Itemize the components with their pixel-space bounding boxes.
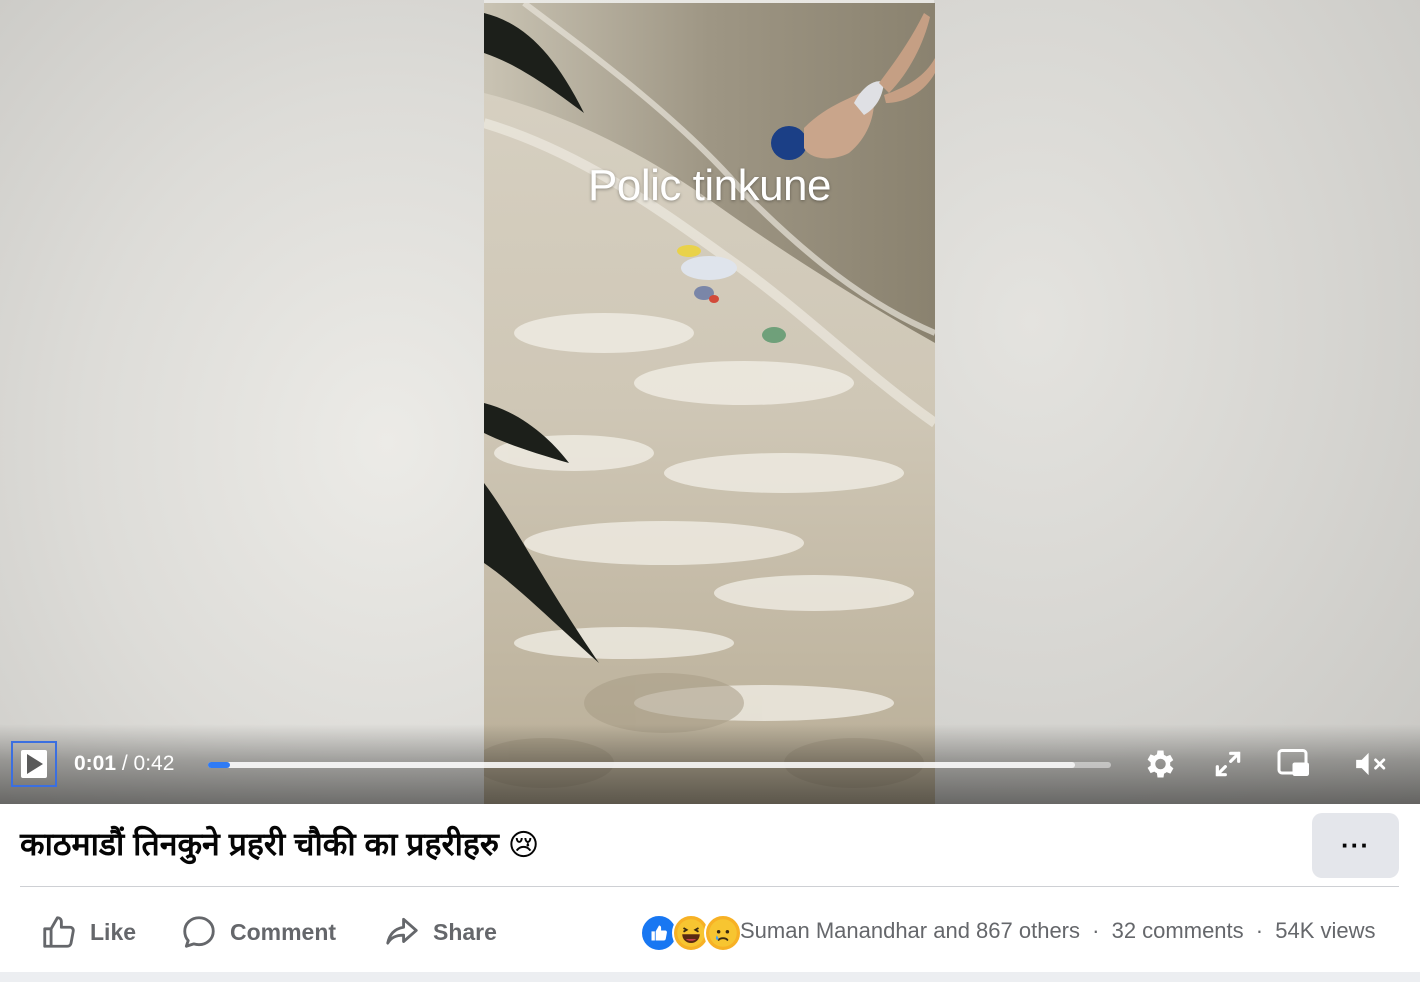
stats-separator: · [1092,918,1100,943]
more-options-button[interactable]: ··· [1312,813,1399,878]
video-scene-waterfall [484,3,935,804]
post-title-text: काठमाडौं तिनकुने प्रहरी चौकी का प्रहरीहर… [20,826,499,862]
play-icon [21,750,47,778]
comments-count-link[interactable]: 32 comments [1112,918,1244,943]
video-time: 0:01 / 0:42 [74,752,174,776]
reactors-link[interactable]: Suman Manandhar and 867 others [740,918,1080,943]
share-button[interactable]: Share [383,910,497,954]
picture-in-picture-icon [1277,749,1309,776]
post-title: काठमाडौं तिनकुने प्रहरी चौकी का प्रहरीहर… [20,822,539,865]
video-blur-background-left [0,0,484,804]
fullscreen-button[interactable] [1210,746,1246,782]
gear-icon [1147,750,1174,778]
thumbs-up-icon-small [651,925,667,941]
mute-button[interactable] [1352,746,1388,782]
progress-bar[interactable] [208,762,1111,768]
share-label: Share [433,918,497,945]
divider [20,886,1399,887]
comment-label: Comment [230,918,337,945]
like-label: Like [90,918,137,945]
share-icon [386,917,418,945]
more-options-label: ··· [1341,830,1370,860]
engagement-stats: Suman Manandhar and 867 others · 32 comm… [740,918,1376,944]
progress-played [208,762,230,768]
settings-button[interactable] [1141,746,1177,782]
time-separator: / [116,752,134,775]
play-button[interactable] [11,741,57,787]
thumbs-up-icon [43,916,75,948]
mute-icon [1356,752,1386,776]
fullscreen-icon [1215,751,1241,777]
video-player[interactable]: Polic tinkune 0:01 / 0:42 [0,0,1420,804]
sad-face-icon [709,919,737,947]
video-controls-bar: 0:01 / 0:42 [0,724,1420,804]
pip-button[interactable] [1276,746,1312,782]
comment-button[interactable]: Comment [180,910,336,954]
stats-separator: · [1255,918,1264,943]
current-time: 0:01 [74,752,117,775]
laughing-face-icon [677,919,705,947]
comment-icon [183,916,215,948]
feed-gap [0,972,1420,982]
video-overlay-caption: Polic tinkune [588,161,831,210]
views-count: 54K views [1275,918,1376,943]
like-button[interactable]: Like [40,910,136,954]
duration: 0:42 [133,752,175,775]
crying-face-emoji: 😢 [507,829,540,862]
sad-reaction-icon [704,914,742,952]
video-blur-background-right [934,0,1420,804]
video-frame[interactable]: Polic tinkune [484,3,935,804]
progress-buffered [208,762,1075,768]
